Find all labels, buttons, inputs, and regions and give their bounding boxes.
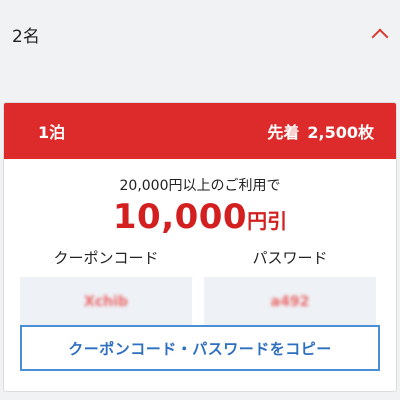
discount: 10,000円引: [4, 197, 396, 243]
coupon-card: 1泊 先着 2,500枚 20,000円以上のご利用で 10,000円引 クーポ…: [3, 102, 397, 392]
discount-amount: 10,000: [112, 197, 248, 237]
stock-info: 先着 2,500枚: [267, 119, 374, 143]
password-label: パスワード: [252, 249, 328, 267]
copy-code-password-button[interactable]: クーポンコード・パスワードをコピー: [20, 325, 380, 371]
guest-count-title: 2名: [12, 26, 40, 47]
coupon-code-value: Xchib: [84, 294, 128, 310]
coupon-header: 1泊 先着 2,500枚: [4, 103, 396, 159]
coupon-code-label: クーポンコード: [53, 249, 159, 267]
accordion-header[interactable]: 2名: [0, 0, 400, 68]
coupon-code-column: クーポンコード Xchib: [20, 247, 192, 327]
chevron-up-icon[interactable]: [371, 28, 389, 46]
password-value: a492: [270, 294, 310, 310]
discount-unit: 円引: [247, 209, 288, 233]
coupon-code-box[interactable]: Xchib: [20, 277, 192, 327]
usage-condition: 20,000円以上のご利用で: [119, 178, 281, 194]
stock-prefix: 先着: [267, 123, 300, 142]
password-column: パスワード a492: [204, 247, 376, 327]
stock-count: 2,500枚: [307, 123, 374, 142]
password-box[interactable]: a492: [204, 277, 376, 327]
nights-label: 1泊: [38, 123, 66, 142]
